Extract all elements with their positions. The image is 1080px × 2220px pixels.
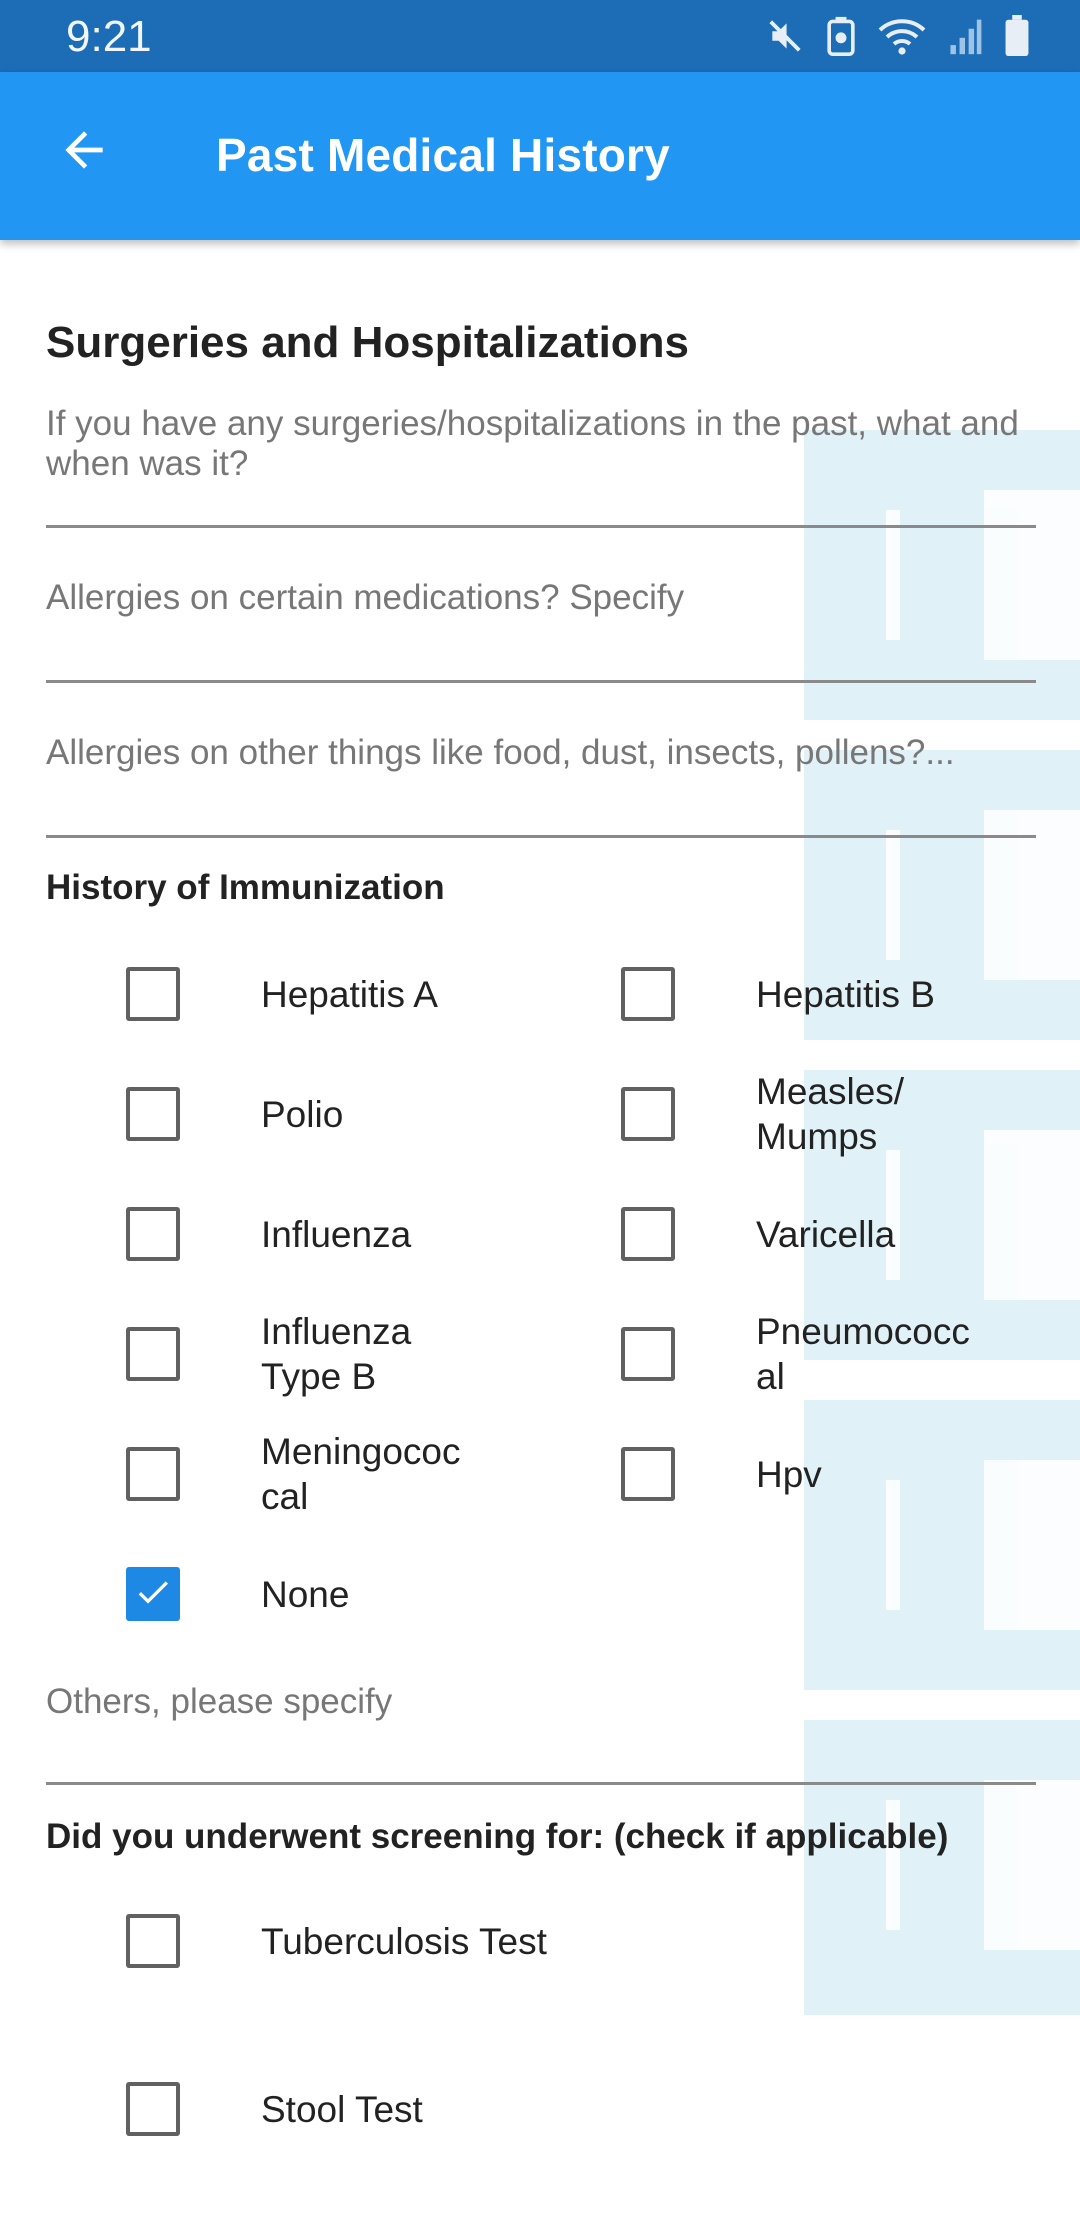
checkbox-measles-mumps[interactable] — [621, 1087, 675, 1141]
checkbox-hpv[interactable] — [621, 1447, 675, 1501]
surgeries-field[interactable]: If you have any surgeries/hospitalizatio… — [46, 404, 1036, 528]
other-allergies-placeholder: Allergies on other things like food, dus… — [46, 733, 955, 772]
checkbox-pneumococcal[interactable] — [621, 1327, 675, 1381]
checkmark-icon — [133, 1572, 173, 1617]
checkbox-tuberculosis-test[interactable] — [126, 1914, 180, 1968]
status-icons — [766, 14, 1030, 58]
checkbox-influenza[interactable] — [126, 1207, 180, 1261]
surgeries-placeholder: If you have any surgeries/hospitalizatio… — [46, 404, 1019, 483]
medication-allergies-placeholder: Allergies on certain medications? Specif… — [46, 578, 685, 617]
others-specify-placeholder: Others, please specify — [46, 1682, 393, 1721]
checkbox-stool-test[interactable] — [126, 2082, 180, 2136]
checkbox-label: Varicella — [756, 1214, 896, 1255]
checkbox-label: Tuberculosis Test — [261, 1921, 547, 1962]
checkbox-label: Hpv — [756, 1454, 822, 1495]
checkbox-label: Influenza — [261, 1214, 412, 1255]
arrow-back-icon — [56, 122, 112, 183]
checkbox-hepatitis-a[interactable] — [126, 967, 180, 1021]
status-bar: 9:21 — [0, 0, 1080, 72]
form-content: Surgeries and Hospitalizations If you ha… — [0, 240, 1080, 2220]
checkbox-label: Hepatitis B — [756, 974, 935, 1015]
battery-icon — [1004, 15, 1030, 57]
other-allergies-field[interactable]: Allergies on other things like food, dus… — [46, 733, 1036, 838]
immunization-heading: History of Immunization — [46, 868, 445, 907]
status-time: 9:21 — [66, 12, 152, 61]
checkbox-label: Polio — [261, 1094, 344, 1135]
checkbox-label: Stool Test — [261, 2089, 423, 2130]
checkbox-polio[interactable] — [126, 1087, 180, 1141]
medication-allergies-field[interactable]: Allergies on certain medications? Specif… — [46, 578, 1036, 683]
checkbox-hepatitis-b[interactable] — [621, 967, 675, 1021]
others-specify-field[interactable]: Others, please specify — [46, 1682, 1036, 1785]
mute-icon — [766, 17, 804, 55]
wifi-icon — [878, 16, 926, 56]
checkbox-varicella[interactable] — [621, 1207, 675, 1261]
checkbox-label: Meningococ cal — [261, 1431, 461, 1517]
back-button[interactable] — [44, 112, 124, 192]
signal-icon — [948, 16, 982, 56]
checkbox-label: Measles/ Mumps — [756, 1071, 905, 1157]
checkbox-label: Pneumococc al — [756, 1311, 970, 1397]
screening-heading: Did you underwent screening for: (check … — [46, 1817, 949, 1856]
page-title: Past Medical History — [216, 129, 670, 181]
checkbox-influenza-type-b[interactable] — [126, 1327, 180, 1381]
section-title: Surgeries and Hospitalizations — [46, 318, 690, 367]
checkbox-none[interactable] — [126, 1567, 180, 1621]
checkbox-label: Hepatitis A — [261, 974, 438, 1015]
app-bar: Past Medical History — [0, 72, 1080, 240]
battery-saver-icon — [826, 16, 856, 56]
checkbox-meningococcal[interactable] — [126, 1447, 180, 1501]
checkbox-label: None — [261, 1574, 350, 1615]
checkbox-label: Influenza Type B — [261, 1311, 412, 1397]
